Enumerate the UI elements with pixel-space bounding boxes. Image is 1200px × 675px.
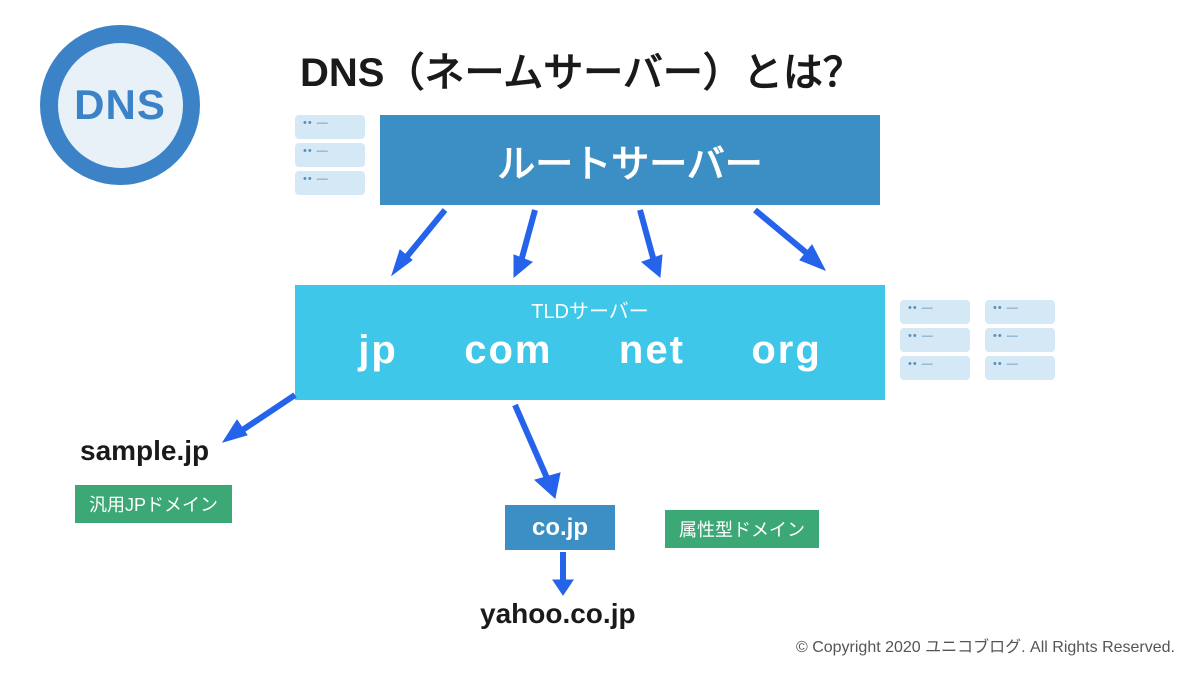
tld-domain: jp [358,328,398,373]
sample-jp-text: sample.jp [80,435,209,467]
root-server-box: ルートサーバー [380,115,880,205]
arrow-icon [740,205,840,285]
cojp-label: co.jp [532,514,588,542]
dns-logo-text: DNS [74,81,166,129]
root-server-label: ルートサーバー [497,133,763,188]
server-icon [985,300,1055,384]
attribute-domain-tag: 属性型ドメイン [665,510,819,548]
cojp-box: co.jp [505,505,615,550]
arrow-icon [548,550,578,598]
server-icon [900,300,970,384]
dns-logo: DNS [40,25,200,185]
tld-domain: org [751,328,821,373]
arrow-icon [500,400,570,505]
arrow-icon [380,205,460,285]
arrow-icon [500,205,560,285]
yahoo-text: yahoo.co.jp [480,598,636,630]
tld-server-box: TLDサーバー jp com net org [295,285,885,400]
copyright-text: © Copyright 2020 ユニコブログ. All Rights Rese… [796,633,1175,657]
server-icon [295,115,365,199]
page-title: DNS（ネームサーバー）とは？ [300,40,863,98]
tld-domain: net [619,328,685,373]
tld-domain: com [464,328,552,373]
arrow-icon [215,390,305,450]
arrow-icon [620,205,680,285]
tld-server-label: TLDサーバー [295,295,885,324]
generic-jp-tag: 汎用JPドメイン [75,485,232,523]
